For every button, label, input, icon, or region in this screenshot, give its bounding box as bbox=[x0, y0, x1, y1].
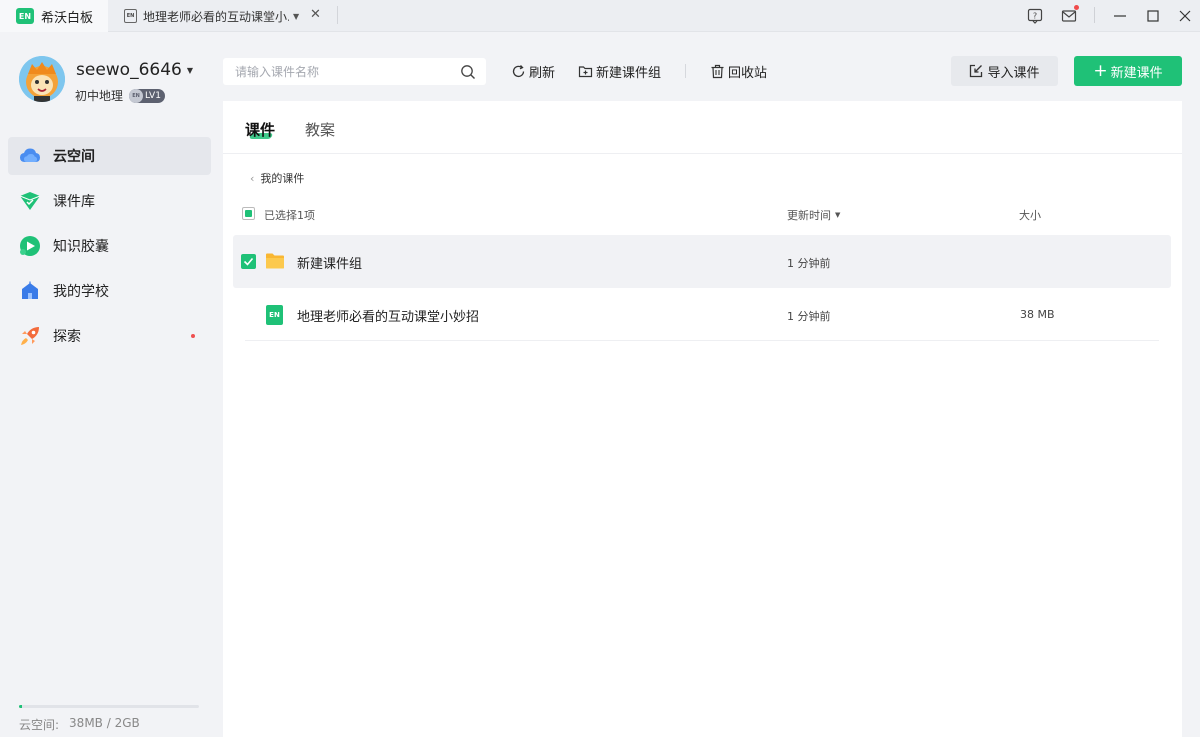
cloud-icon bbox=[19, 145, 41, 167]
storage-value: 38MB / 2GB bbox=[69, 716, 140, 730]
storage-label: 云空间: bbox=[19, 718, 60, 732]
app-logo-icon: EN bbox=[16, 8, 34, 24]
level-badge: EN LV1 bbox=[129, 88, 165, 103]
sidebar-item-label: 云空间 bbox=[53, 149, 95, 165]
search-box bbox=[223, 58, 486, 85]
chevron-down-icon[interactable]: ▼ bbox=[293, 12, 299, 21]
school-icon bbox=[19, 280, 41, 302]
toolbar-divider bbox=[685, 64, 686, 78]
chevron-down-icon: ▼ bbox=[186, 65, 193, 75]
storage-progress-fill bbox=[19, 705, 23, 708]
title-bar: EN 希沃白板 EN 地理老师必看的互动课堂小... ▼ ✕ ? bbox=[0, 0, 1200, 32]
app-tab[interactable]: EN 希沃白板 bbox=[0, 0, 108, 32]
recycle-bin-label: 回收站 bbox=[728, 65, 768, 81]
tab-close-icon[interactable]: ✕ bbox=[310, 7, 321, 22]
select-all-checkbox[interactable] bbox=[242, 207, 255, 220]
avatar[interactable] bbox=[19, 56, 65, 102]
sort-by-time-header[interactable]: 更新时间 ▼ bbox=[787, 207, 840, 223]
row-checkbox-checked[interactable] bbox=[241, 254, 256, 269]
sidebar-item-label: 我的学校 bbox=[53, 284, 109, 300]
new-courseware-label: 新建课件 bbox=[1110, 65, 1163, 81]
sidebar-item-label: 课件库 bbox=[53, 194, 95, 210]
row-name: 地理老师必看的互动课堂小妙招 bbox=[297, 310, 480, 325]
sidebar-item-cloud-space[interactable]: 云空间 bbox=[8, 137, 211, 175]
explore-notification-dot bbox=[191, 334, 195, 338]
minimize-icon[interactable] bbox=[1110, 6, 1130, 26]
sort-caret-icon: ▼ bbox=[835, 211, 841, 219]
row-time: 1 分钟前 bbox=[787, 310, 831, 323]
refresh-button[interactable]: 刷新 bbox=[510, 61, 555, 81]
user-subject: 初中地理 bbox=[75, 89, 124, 103]
courseware-library-icon bbox=[19, 190, 41, 212]
table-row[interactable]: 新建课件组 1 分钟前 bbox=[233, 235, 1171, 288]
knowledge-capsule-icon bbox=[19, 235, 41, 257]
row-size: 38 MB bbox=[1020, 308, 1055, 321]
import-icon bbox=[969, 64, 983, 78]
user-subject-row: 初中地理 EN LV1 bbox=[75, 87, 165, 104]
plus-icon: + bbox=[1093, 60, 1108, 81]
document-tab-title: 地理老师必看的互动课堂小... bbox=[143, 9, 289, 24]
notification-dot bbox=[1074, 5, 1079, 10]
svg-text:?: ? bbox=[1033, 12, 1037, 21]
new-courseware-group-label: 新建课件组 bbox=[596, 65, 662, 81]
help-icon[interactable]: ? bbox=[1025, 6, 1045, 26]
checkmark-icon bbox=[243, 257, 254, 266]
sidebar-nav: 云空间 课件库 知识胶囊 我的学校 探索 bbox=[8, 137, 211, 362]
row-name: 新建课件组 bbox=[297, 257, 363, 272]
storage-usage: 云空间: 38MB / 2GB bbox=[19, 716, 140, 733]
maximize-icon[interactable] bbox=[1143, 6, 1163, 26]
tab-lesson-plan[interactable]: 教案 bbox=[305, 119, 335, 140]
level-text: LV1 bbox=[145, 90, 161, 101]
new-courseware-group-button[interactable]: 新建课件组 bbox=[577, 61, 661, 81]
row-time: 1 分钟前 bbox=[787, 257, 831, 270]
sidebar-item-courseware-library[interactable]: 课件库 bbox=[8, 182, 211, 220]
courseware-badge: EN bbox=[266, 305, 283, 325]
table-row[interactable]: EN 地理老师必看的互动课堂小妙招 1 分钟前 38 MB bbox=[233, 288, 1171, 341]
storage-progress-bar bbox=[19, 705, 199, 708]
window-controls-divider bbox=[1094, 7, 1095, 23]
courseware-file-icon: EN bbox=[124, 9, 137, 23]
list-header: 已选择1项 更新时间 ▼ 大小 bbox=[223, 205, 1182, 223]
courseware-file-icon: EN bbox=[266, 305, 286, 325]
main-panel: 课件 教案 ‹ 我的课件 已选择1项 更新时间 ▼ 大小 新建课件组 1 分钟前… bbox=[223, 101, 1182, 737]
refresh-icon bbox=[510, 63, 526, 79]
tab-courseware[interactable]: 课件 bbox=[245, 119, 275, 140]
folder-icon bbox=[265, 252, 285, 272]
import-courseware-label: 导入课件 bbox=[987, 65, 1040, 81]
sidebar-item-knowledge-capsule[interactable]: 知识胶囊 bbox=[8, 227, 211, 265]
document-tab[interactable]: EN 地理老师必看的互动课堂小... ▼ ✕ bbox=[110, 0, 338, 32]
import-courseware-button[interactable]: 导入课件 bbox=[951, 56, 1058, 86]
sidebar-item-my-school[interactable]: 我的学校 bbox=[8, 272, 211, 310]
selection-count: 已选择1项 bbox=[264, 209, 315, 222]
sidebar: seewo_6646 ▼ 初中地理 EN LV1 云空间 课件库 知识胶囊 我的… bbox=[0, 33, 222, 737]
trash-icon bbox=[709, 63, 725, 79]
breadcrumb-current: 我的课件 bbox=[260, 172, 305, 185]
breadcrumb[interactable]: ‹ 我的课件 bbox=[250, 170, 304, 186]
rocket-icon bbox=[19, 325, 41, 347]
size-column-header: 大小 bbox=[1019, 209, 1041, 222]
tab-divider bbox=[337, 6, 338, 24]
username-dropdown[interactable]: seewo_6646 ▼ bbox=[76, 60, 193, 80]
search-input[interactable] bbox=[223, 58, 451, 85]
add-folder-icon bbox=[577, 63, 593, 79]
app-name: 希沃白板 bbox=[41, 10, 94, 26]
sidebar-item-label: 探索 bbox=[53, 329, 81, 345]
username: seewo_6646 bbox=[76, 60, 182, 80]
level-badge-icon: EN bbox=[129, 88, 144, 103]
close-icon[interactable] bbox=[1175, 6, 1195, 26]
content-tabs: 课件 教案 bbox=[223, 101, 1182, 154]
sidebar-item-label: 知识胶囊 bbox=[53, 239, 109, 255]
recycle-bin-button[interactable]: 回收站 bbox=[709, 61, 767, 81]
time-column-label: 更新时间 bbox=[787, 209, 831, 222]
refresh-label: 刷新 bbox=[529, 65, 556, 81]
back-chevron-icon[interactable]: ‹ bbox=[250, 172, 254, 185]
sidebar-item-explore[interactable]: 探索 bbox=[8, 317, 211, 355]
new-courseware-button[interactable]: + 新建课件 bbox=[1074, 56, 1182, 86]
search-icon[interactable] bbox=[460, 64, 476, 80]
